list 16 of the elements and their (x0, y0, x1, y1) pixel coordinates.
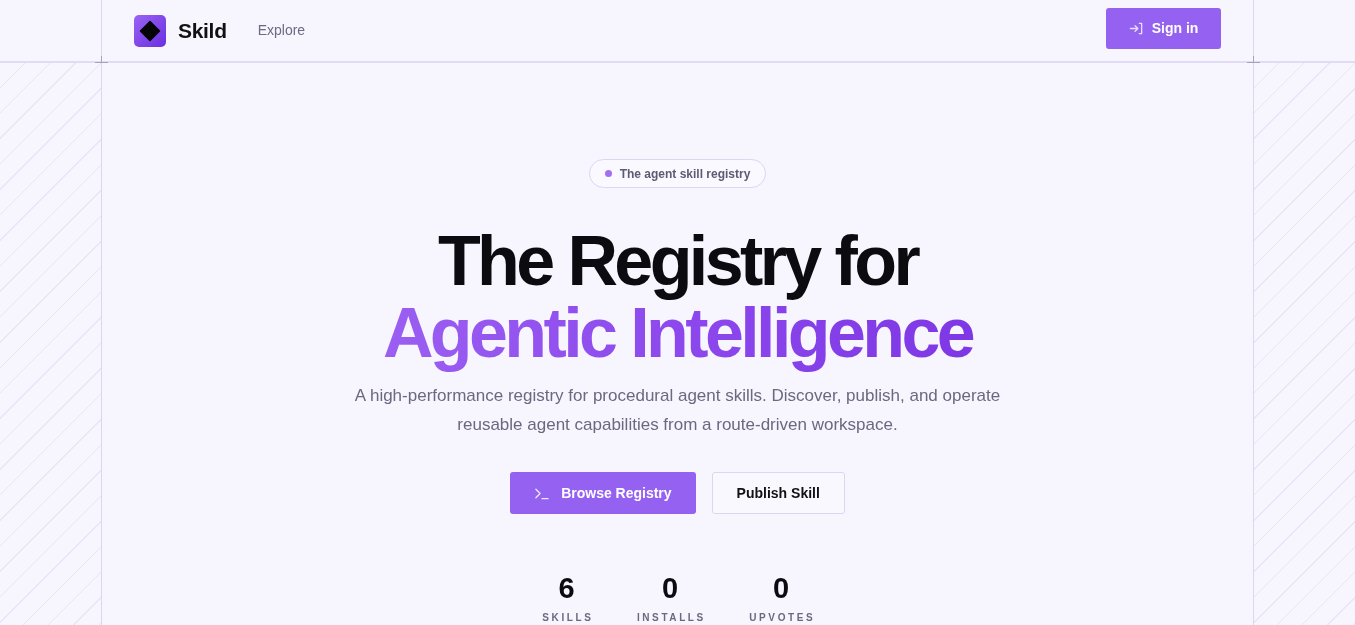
hero-description: A high-performance registry for procedural agent skills. Discover, publish, and operate reusable agent capabilities from a route-driven workspace. (353, 385, 1002, 436)
stat-value: 0 (662, 572, 679, 604)
badge-text: The agent skill registry (619, 165, 751, 183)
login-icon (1128, 21, 1144, 36)
status-dot-icon (604, 170, 612, 177)
sign-in-button[interactable]: Sign in (1106, 8, 1221, 49)
publish-skill-button[interactable]: Publish Skill (711, 472, 845, 514)
stat-value: 0 (772, 572, 790, 604)
stat-value: 6 (558, 572, 575, 604)
stat-label: INSTALLS (636, 612, 706, 624)
stat-label: UPVOTES (749, 612, 816, 624)
stat-label: SKILLS (542, 612, 594, 624)
logo-icon (134, 14, 166, 47)
nav-link[interactable]: Explore (257, 20, 306, 41)
brand-name: Skild (178, 17, 227, 44)
browse-registry-button[interactable]: Browse Registry (510, 472, 696, 514)
